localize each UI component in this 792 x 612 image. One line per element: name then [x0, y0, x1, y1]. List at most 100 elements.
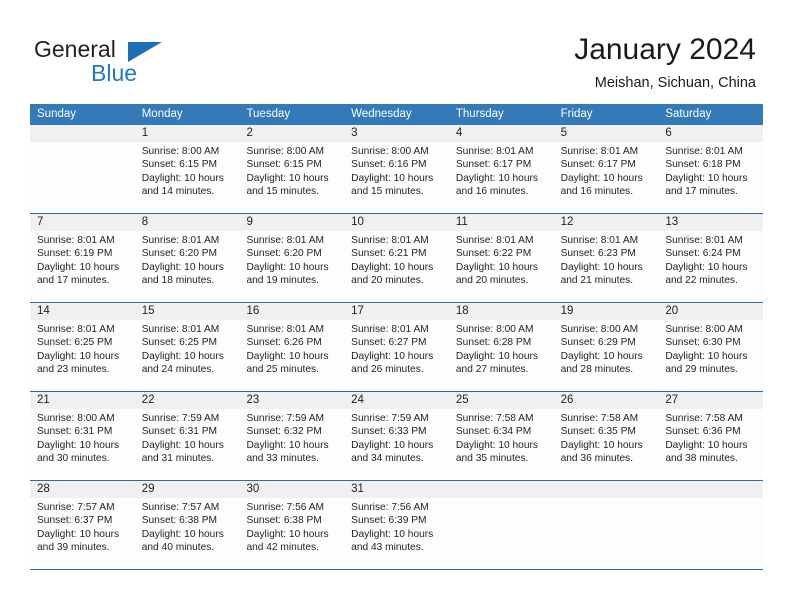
- day-number[interactable]: 24: [344, 392, 449, 409]
- day-detail-line: Daylight: 10 hours: [141, 439, 224, 451]
- day-cell[interactable]: Sunrise: 7:57 AM Sunset: 6:37 PM Daylight:…: [30, 498, 135, 569]
- day-cell[interactable]: Sunrise: 7:58 AM Sunset: 6:36 PM Daylight:…: [658, 409, 763, 480]
- day-number[interactable]: 3: [344, 125, 449, 142]
- day-cell[interactable]: Sunrise: 7:58 AM Sunset: 6:35 PM Daylight:…: [554, 409, 659, 480]
- day-cell[interactable]: Sunrise: 8:01 AM Sunset: 6:25 PM Daylight:…: [30, 320, 135, 391]
- day-detail-line: Sunrise: 8:01 AM: [455, 235, 534, 246]
- day-cell[interactable]: Sunrise: 7:58 AM Sunset: 6:34 PM Daylight:…: [449, 409, 554, 480]
- page-header: General Blue January 2024 Meishan, Sichu…: [0, 0, 792, 100]
- weekday-header-wednesday: Wednesday: [351, 108, 412, 120]
- day-number[interactable]: 25: [449, 392, 554, 409]
- day-cell[interactable]: Sunrise: 8:00 AM Sunset: 6:16 PM Daylight:…: [344, 142, 449, 213]
- day-cell[interactable]: Sunrise: 8:01 AM Sunset: 6:26 PM Daylight:…: [239, 320, 344, 391]
- day-number[interactable]: 21: [30, 392, 135, 409]
- day-number[interactable]: 10: [344, 214, 449, 231]
- day-number[interactable]: 7: [30, 214, 135, 231]
- day-detail-line: Daylight: 10 hours: [560, 439, 643, 451]
- day-cell[interactable]: Sunrise: 8:01 AM Sunset: 6:21 PM Daylight:…: [344, 231, 449, 302]
- day-detail-line: Sunrise: 7:59 AM: [246, 413, 325, 424]
- day-cell[interactable]: Sunrise: 7:59 AM Sunset: 6:32 PM Daylight:…: [239, 409, 344, 480]
- brand-logo-word-blue: Blue: [91, 60, 138, 86]
- day-number[interactable]: 23: [239, 392, 344, 409]
- day-cell[interactable]: Sunrise: 8:01 AM Sunset: 6:23 PM Daylight:…: [554, 231, 659, 302]
- day-cell[interactable]: Sunrise: 8:01 AM Sunset: 6:17 PM Daylight:…: [449, 142, 554, 213]
- day-detail-line: Daylight: 10 hours: [37, 350, 120, 362]
- day-detail-line: Sunrise: 8:01 AM: [560, 235, 639, 246]
- day-detail-line: and 16 minutes.: [455, 186, 529, 198]
- day-cell[interactable]: Sunrise: 7:56 AM Sunset: 6:38 PM Daylight:…: [239, 498, 344, 569]
- day-number[interactable]: 18: [449, 303, 554, 320]
- day-number[interactable]: 30: [239, 481, 344, 498]
- day-cell[interactable]: Sunrise: 8:01 AM Sunset: 6:20 PM Daylight:…: [239, 231, 344, 302]
- day-cell[interactable]: Sunrise: 7:59 AM Sunset: 6:31 PM Daylight:…: [135, 409, 240, 480]
- day-detail-line: Daylight: 10 hours: [560, 172, 643, 184]
- day-cell[interactable]: Sunrise: 8:01 AM Sunset: 6:18 PM Daylight:…: [658, 142, 763, 213]
- weekday-header-row: Sunday Monday Tuesday Wednesday Thursday Frid…: [30, 104, 763, 125]
- day-number[interactable]: 27: [658, 392, 763, 409]
- day-detail-line: Sunrise: 8:01 AM: [246, 324, 325, 335]
- day-number[interactable]: 8: [135, 214, 240, 231]
- page-subtitle: Meishan, Sichuan, China: [594, 75, 756, 91]
- day-number[interactable]: 1: [135, 125, 240, 142]
- day-detail-line: Sunset: 6:35 PM: [560, 426, 636, 438]
- day-number[interactable]: 26: [554, 392, 659, 409]
- day-detail-line: Sunset: 6:32 PM: [246, 426, 322, 438]
- day-cell[interactable]: Sunrise: 7:59 AM Sunset: 6:33 PM Daylight:…: [344, 409, 449, 480]
- day-detail-line: Sunrise: 8:00 AM: [560, 324, 639, 335]
- day-cell[interactable]: Sunrise: 8:01 AM Sunset: 6:27 PM Daylight:…: [344, 320, 449, 391]
- day-cell[interactable]: Sunrise: 8:01 AM Sunset: 6:25 PM Daylight:…: [135, 320, 240, 391]
- day-number[interactable]: 28: [30, 481, 135, 498]
- day-number[interactable]: 9: [239, 214, 344, 231]
- day-detail-line: and 34 minutes.: [351, 453, 424, 465]
- day-number[interactable]: 22: [135, 392, 240, 409]
- day-detail-line: Daylight: 10 hours: [351, 261, 434, 273]
- day-cell[interactable]: Sunrise: 8:01 AM Sunset: 6:17 PM Daylight:…: [554, 142, 659, 213]
- week-detail-band: Sunrise: 8:00 AM Sunset: 6:31 PM Daylight:…: [30, 409, 763, 480]
- day-detail-line: Sunrise: 8:00 AM: [351, 146, 429, 157]
- day-detail-line: Sunrise: 7:57 AM: [37, 502, 115, 513]
- day-number[interactable]: 15: [135, 303, 240, 320]
- day-number[interactable]: 29: [135, 481, 240, 498]
- brand-logo[interactable]: General Blue: [34, 36, 234, 88]
- day-number[interactable]: 14: [30, 303, 135, 320]
- day-detail-line: Sunrise: 8:01 AM: [351, 235, 429, 246]
- day-cell[interactable]: Sunrise: 8:00 AM Sunset: 6:15 PM Daylight:…: [135, 142, 240, 213]
- day-cell[interactable]: Sunrise: 7:57 AM Sunset: 6:38 PM Daylight:…: [135, 498, 240, 569]
- day-cell[interactable]: Sunrise: 8:01 AM Sunset: 6:22 PM Daylight:…: [449, 231, 554, 302]
- day-detail-line: Sunset: 6:33 PM: [351, 426, 427, 438]
- day-number[interactable]: 6: [658, 125, 763, 142]
- day-cell[interactable]: Sunrise: 8:01 AM Sunset: 6:24 PM Daylight:…: [658, 231, 763, 302]
- day-number[interactable]: 5: [554, 125, 659, 142]
- day-cell[interactable]: Sunrise: 8:01 AM Sunset: 6:20 PM Daylight:…: [135, 231, 240, 302]
- day-cell[interactable]: Sunrise: 8:00 AM Sunset: 6:30 PM Daylight:…: [658, 320, 763, 391]
- day-cell[interactable]: Sunrise: 8:00 AM Sunset: 6:29 PM Daylight:…: [554, 320, 659, 391]
- day-detail-line: and 36 minutes.: [560, 453, 634, 465]
- title-block: January 2024 Meishan, Sichuan, China: [574, 32, 756, 92]
- day-detail-line: Sunset: 6:31 PM: [141, 426, 218, 438]
- day-number[interactable]: 19: [554, 303, 659, 320]
- day-number[interactable]: 12: [554, 214, 659, 231]
- day-detail-line: Daylight: 10 hours: [141, 261, 224, 273]
- day-detail-line: and 20 minutes.: [455, 275, 529, 287]
- day-number[interactable]: 31: [344, 481, 449, 498]
- day-number[interactable]: 20: [658, 303, 763, 320]
- day-number[interactable]: 13: [658, 214, 763, 231]
- day-number[interactable]: 17: [344, 303, 449, 320]
- day-cell[interactable]: Sunrise: 7:56 AM Sunset: 6:39 PM Daylight:…: [344, 498, 449, 569]
- day-number[interactable]: 4: [449, 125, 554, 142]
- day-cell[interactable]: Sunrise: 8:00 AM Sunset: 6:15 PM Daylight:…: [239, 142, 344, 213]
- day-number[interactable]: 16: [239, 303, 344, 320]
- day-detail-line: and 40 minutes.: [141, 542, 215, 554]
- day-cell[interactable]: Sunrise: 8:00 AM Sunset: 6:31 PM Daylight:…: [30, 409, 135, 480]
- day-cell[interactable]: Sunrise: 8:00 AM Sunset: 6:28 PM Daylight:…: [449, 320, 554, 391]
- day-detail-line: Sunrise: 8:01 AM: [351, 324, 429, 335]
- day-detail-line: Sunset: 6:22 PM: [455, 248, 532, 260]
- day-detail-line: Sunset: 6:17 PM: [455, 159, 532, 171]
- day-number[interactable]: 11: [449, 214, 554, 231]
- week-date-band: 7 8 9 10 11 12 13: [30, 214, 763, 231]
- day-detail-line: Sunset: 6:37 PM: [37, 515, 113, 527]
- day-number[interactable]: 2: [239, 125, 344, 142]
- day-cell[interactable]: Sunrise: 8:01 AM Sunset: 6:19 PM Daylight:…: [30, 231, 135, 302]
- day-detail-line: and 18 minutes.: [141, 275, 215, 287]
- day-detail-line: Sunrise: 8:00 AM: [246, 146, 325, 157]
